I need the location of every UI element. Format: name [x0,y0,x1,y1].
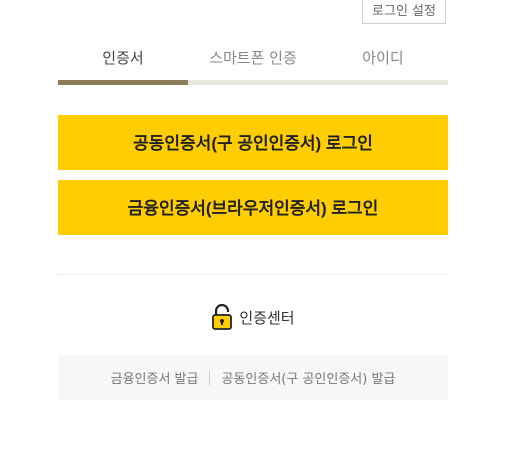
section-divider [58,274,448,275]
auth-center-label: 인증센터 [239,308,295,327]
tab-id[interactable]: 아이디 [318,40,448,85]
auth-center-link[interactable]: 인증센터 [58,303,448,331]
cert-issue-links: 금융인증서 발급 공동인증서(구 공인인증서) 발급 [58,355,448,400]
footer-separator [209,370,211,385]
financial-cert-login-button[interactable]: 금융인증서(브라우저인증서) 로그인 [58,180,448,235]
tab-certificate[interactable]: 인증서 [58,40,188,85]
joint-cert-issue-link[interactable]: 공동인증서(구 공인인증서) 발급 [221,368,395,387]
login-settings-button[interactable]: 로그인 설정 [362,0,446,24]
lock-icon [211,303,233,330]
login-panel: 로그인 설정 인증서 스마트폰 인증 아이디 공동인증서(구 공인인증서) 로그… [0,0,507,450]
login-method-tabs: 인증서 스마트폰 인증 아이디 [58,40,448,85]
tab-smartphone-auth[interactable]: 스마트폰 인증 [188,40,318,85]
financial-cert-issue-link[interactable]: 금융인증서 발급 [111,368,199,387]
joint-cert-login-button[interactable]: 공동인증서(구 공인인증서) 로그인 [58,115,448,170]
